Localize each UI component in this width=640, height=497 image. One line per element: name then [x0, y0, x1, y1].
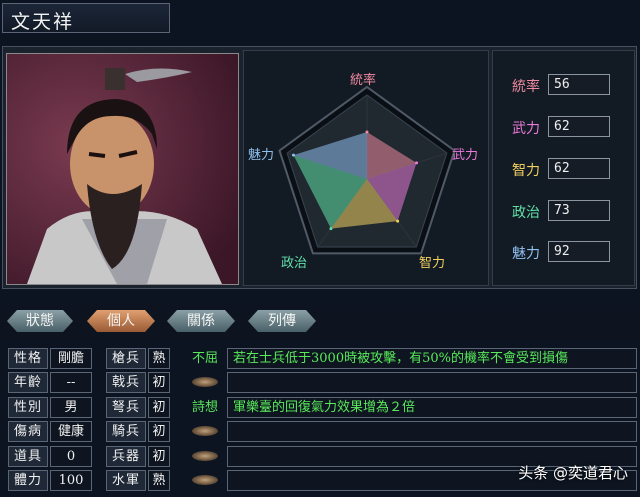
- stat-value-zhengzhi: 73: [548, 200, 610, 221]
- stat-value-tongshuai: 56: [548, 74, 610, 95]
- attr-value-injury: 健康: [50, 421, 92, 442]
- troop-label-navy: 水軍: [106, 470, 146, 491]
- troop-label-siege: 兵器: [106, 446, 146, 467]
- officer-portrait: [6, 53, 239, 285]
- skill-desc-4: [227, 421, 637, 442]
- empty-skill-slot-6: [192, 475, 218, 485]
- radar-label-wuli: 武力: [452, 148, 479, 163]
- stat-row-meili: 魅力 92: [493, 241, 636, 263]
- watermark: 头条 @奕道君心: [518, 464, 628, 482]
- radar-point-zhili: [396, 219, 400, 223]
- stat-label-zhili: 智力: [512, 163, 540, 179]
- radar-label-meili: 魅力: [248, 148, 275, 163]
- stat-label-tongshuai: 統率: [512, 79, 540, 95]
- stat-label-meili: 魅力: [512, 246, 540, 262]
- skill-name-3[interactable]: 詩想: [186, 397, 224, 418]
- attr-label-stamina: 體力: [8, 470, 48, 491]
- attr-label-items: 道具: [8, 446, 48, 467]
- empty-skill-slot-5: [192, 451, 218, 461]
- troop-value-cavalry: 初: [148, 421, 170, 442]
- ability-radar-chart: 統率 武力 智力 政治 魅力: [243, 50, 489, 286]
- tab-status[interactable]: 狀態: [7, 310, 73, 332]
- radar-point-zhengzhi: [329, 227, 333, 231]
- troop-label-cavalry: 騎兵: [106, 421, 146, 442]
- stat-row-tongshuai: 統率 56: [493, 74, 636, 96]
- troop-value-spear: 熟: [148, 348, 170, 369]
- attr-value-items: 0: [50, 446, 92, 467]
- attr-value-personality: 剛膽: [50, 348, 92, 369]
- skill-desc-1: 若在士兵低于3000時被攻擊，有50%的機率不會受到損傷: [227, 348, 637, 369]
- radar-point-wuli: [415, 161, 419, 165]
- tab-relations[interactable]: 關係: [167, 310, 235, 332]
- stat-value-wuli: 62: [548, 116, 610, 137]
- skill-name-1[interactable]: 不屈: [186, 348, 224, 369]
- attr-label-injury: 傷病: [8, 421, 48, 442]
- stats-panel: 統率 56 武力 62 智力 62 政治 73 魅力 92: [492, 50, 635, 286]
- radar-label-zhengzhi: 政治: [281, 256, 308, 271]
- attr-value-stamina: 100: [50, 470, 92, 491]
- troop-value-crossbow: 初: [148, 397, 170, 418]
- tab-personal[interactable]: 個人: [87, 310, 155, 332]
- stat-row-wuli: 武力 62: [493, 116, 636, 138]
- skill-desc-3: 軍樂臺的回復氣力效果增為２倍: [227, 397, 637, 418]
- empty-skill-slot-4: [192, 426, 218, 436]
- radar-point-tongshuai: [365, 130, 369, 134]
- attr-label-age: 年齡: [8, 372, 48, 393]
- portrait-image: [7, 54, 238, 284]
- attr-value-gender: 男: [50, 397, 92, 418]
- stat-value-zhili: 62: [548, 158, 610, 179]
- radar-label-zhili: 智力: [419, 256, 446, 271]
- attr-label-personality: 性格: [8, 348, 48, 369]
- attr-label-gender: 性別: [8, 397, 48, 418]
- tab-bar: 狀態 個人 關係 列傳: [0, 305, 640, 340]
- troop-label-crossbow: 弩兵: [106, 397, 146, 418]
- empty-skill-slot-2: [192, 377, 218, 387]
- stat-label-zhengzhi: 政治: [512, 205, 540, 221]
- radar-label-tongshuai: 統率: [350, 73, 377, 88]
- troop-value-halberd: 初: [148, 372, 170, 393]
- stat-value-meili: 92: [548, 241, 610, 262]
- troop-value-navy: 熟: [148, 470, 170, 491]
- officer-name: 文天祥: [2, 3, 170, 33]
- skill-desc-2: [227, 372, 637, 393]
- stat-label-wuli: 武力: [512, 121, 540, 137]
- stat-row-zhili: 智力 62: [493, 158, 636, 180]
- radar-point-meili: [292, 153, 296, 157]
- attr-value-age: --: [50, 372, 92, 393]
- tab-biography[interactable]: 列傳: [248, 310, 316, 332]
- troop-label-spear: 槍兵: [106, 348, 146, 369]
- stat-row-zhengzhi: 政治 73: [493, 200, 636, 222]
- troop-label-halberd: 戟兵: [106, 372, 146, 393]
- troop-value-siege: 初: [148, 446, 170, 467]
